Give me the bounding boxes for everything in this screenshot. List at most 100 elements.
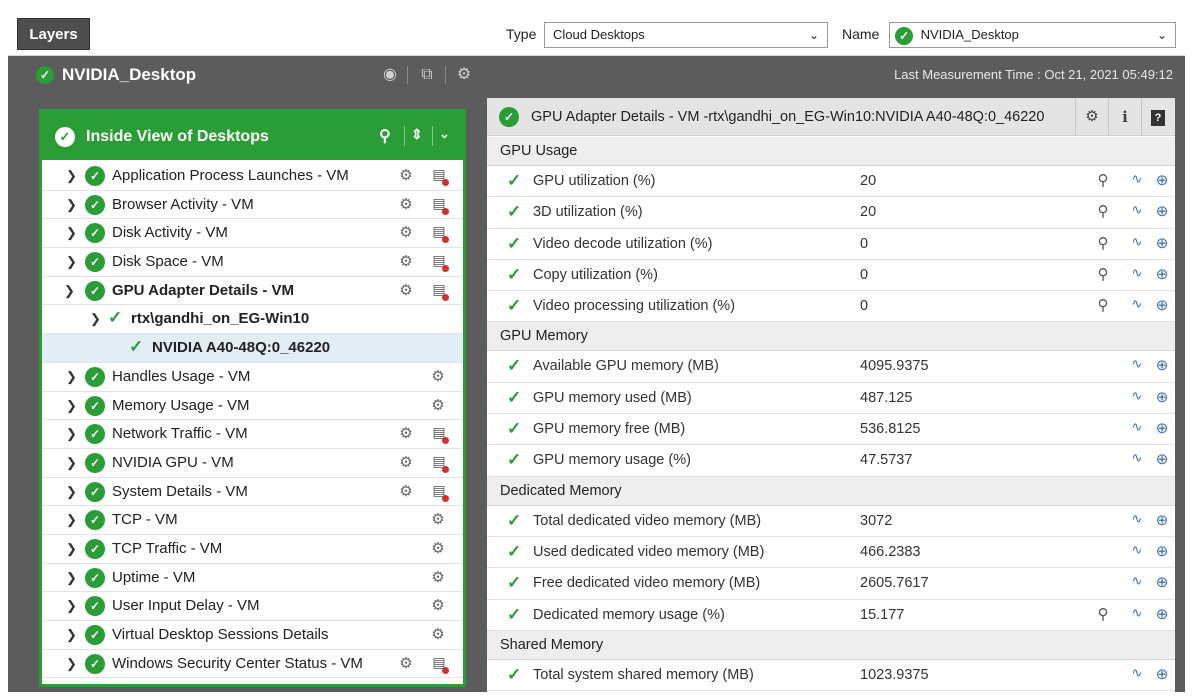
chevron-right-icon[interactable]: ❯ xyxy=(66,168,77,184)
chevron-right-icon[interactable]: ❯ xyxy=(66,656,77,672)
chevron-down-icon[interactable]: ⌄ xyxy=(439,126,450,142)
history-icon[interactable]: ⊕ xyxy=(1152,450,1172,470)
help-button[interactable]: ? xyxy=(1141,98,1174,136)
report-icon[interactable]: ▤ xyxy=(429,252,449,273)
trend-chart-icon[interactable]: ∿ xyxy=(1127,296,1147,316)
gear-icon[interactable]: ⚙ xyxy=(428,596,448,616)
tree-item[interactable]: ❯ ✓ NVIDIA GPU - VM ⚙ ▤ xyxy=(42,449,463,478)
tree-item[interactable]: ❯ ✓ Uptime - VM ⚙ xyxy=(42,564,463,593)
trend-chart-icon[interactable]: ∿ xyxy=(1127,265,1147,285)
history-icon[interactable]: ⊕ xyxy=(1152,665,1172,685)
trend-chart-icon[interactable]: ∿ xyxy=(1127,573,1147,593)
chevron-right-icon[interactable]: ❯ xyxy=(66,398,77,414)
search-icon[interactable]: ⚲ xyxy=(1093,234,1113,254)
chevron-right-icon[interactable]: ❯ xyxy=(66,627,77,643)
chevron-right-icon[interactable]: ❯ xyxy=(66,197,77,213)
tree-item[interactable]: ❯ ✓ Disk Activity - VM ⚙ ▤ xyxy=(42,219,463,249)
tree-item[interactable]: ❯ ✓ Application Process Launches - VM ⚙ … xyxy=(42,162,463,191)
report-icon[interactable]: ▤ xyxy=(429,654,449,674)
chevron-right-icon[interactable]: ❯ xyxy=(66,541,77,557)
support-icon[interactable]: ◉ xyxy=(380,65,400,85)
tree-item[interactable]: ❯ ✓ Disk Space - VM ⚙ ▤ xyxy=(42,248,463,277)
history-icon[interactable]: ⊕ xyxy=(1152,419,1172,439)
name-select[interactable]: ✓ NVIDIA_Desktop ⌄ xyxy=(889,22,1176,48)
chevron-right-icon[interactable]: ❯ xyxy=(66,512,77,528)
tree-subitem[interactable]: ❯ ✓ rtx\gandhi_on_EG-Win10 xyxy=(42,305,463,335)
trend-chart-icon[interactable]: ∿ xyxy=(1127,450,1147,470)
tree-item[interactable]: ❯ ✓ Network Traffic - VM ⚙ ▤ xyxy=(42,420,463,449)
gear-icon[interactable]: ⚙ xyxy=(1075,98,1108,136)
tree-item[interactable]: ❯ ✓ TCP Traffic - VM ⚙ xyxy=(42,535,463,564)
gear-icon[interactable]: ⚙ xyxy=(428,510,448,530)
trend-chart-icon[interactable]: ∿ xyxy=(1127,171,1147,191)
gear-icon[interactable]: ⚙ xyxy=(396,223,416,243)
chevron-right-icon[interactable]: ❯ xyxy=(66,225,77,241)
type-select[interactable]: Cloud Desktops ⌄ xyxy=(544,22,828,48)
search-icon[interactable]: ⚲ xyxy=(1093,202,1113,222)
search-icon[interactable]: ⚲ xyxy=(1093,296,1113,316)
history-icon[interactable]: ⊕ xyxy=(1152,542,1172,562)
chevron-down-icon[interactable]: ❯ xyxy=(90,311,101,327)
history-icon[interactable]: ⊕ xyxy=(1152,171,1172,191)
history-icon[interactable]: ⊕ xyxy=(1152,388,1172,408)
trend-chart-icon[interactable]: ∿ xyxy=(1127,542,1147,562)
chevron-right-icon[interactable]: ❯ xyxy=(66,254,77,270)
tree-item[interactable]: ❯ ✓ TCP - VM ⚙ xyxy=(42,506,463,535)
gear-icon[interactable]: ⚙ xyxy=(396,166,416,186)
trend-chart-icon[interactable]: ∿ xyxy=(1127,511,1147,531)
trend-chart-icon[interactable]: ∿ xyxy=(1127,202,1147,222)
gear-icon[interactable]: ⚙ xyxy=(396,195,416,215)
gear-icon[interactable]: ⚙ xyxy=(396,453,416,473)
chevron-right-icon[interactable]: ❯ xyxy=(66,455,77,471)
tree-item[interactable]: ❯ ✓ User Input Delay - VM ⚙ xyxy=(42,592,463,621)
chevron-right-icon[interactable]: ❯ xyxy=(66,484,77,500)
gear-icon[interactable]: ⚙ xyxy=(428,367,448,387)
history-icon[interactable]: ⊕ xyxy=(1152,511,1172,531)
report-icon[interactable]: ▤ xyxy=(429,482,449,502)
report-icon[interactable]: ▤ xyxy=(429,223,449,244)
trend-chart-icon[interactable]: ∿ xyxy=(1127,419,1147,439)
history-icon[interactable]: ⊕ xyxy=(1152,356,1172,376)
trend-chart-icon[interactable]: ∿ xyxy=(1127,665,1147,685)
history-icon[interactable]: ⊕ xyxy=(1152,605,1172,625)
report-icon[interactable]: ▤ xyxy=(429,195,449,215)
gear-icon[interactable]: ⚙ xyxy=(396,654,416,674)
report-icon[interactable]: ▤ xyxy=(429,166,449,186)
report-icon[interactable]: ▤ xyxy=(429,281,449,301)
scrollbar[interactable] xyxy=(1176,98,1185,692)
gear-icon[interactable]: ⚙ xyxy=(396,482,416,502)
tree-item-expanded[interactable]: ❯ ✓ GPU Adapter Details - VM ⚙ ▤ xyxy=(42,277,463,306)
gear-icon[interactable]: ⚙ xyxy=(396,424,416,444)
gear-icon[interactable]: ⚙ xyxy=(428,568,448,588)
history-icon[interactable]: ⊕ xyxy=(1152,265,1172,285)
report-icon[interactable]: ▤ xyxy=(429,424,449,445)
chevron-right-icon[interactable]: ❯ xyxy=(66,426,77,442)
history-icon[interactable]: ⊕ xyxy=(1152,296,1172,316)
trend-chart-icon[interactable]: ∿ xyxy=(1127,388,1147,408)
tree-subitem-selected[interactable]: ✓ NVIDIA A40-48Q:0_46220 xyxy=(42,334,463,363)
tree-item[interactable]: ❯ ✓ Handles Usage - VM ⚙ xyxy=(42,363,463,392)
gear-icon[interactable]: ⚙ xyxy=(428,539,448,559)
gear-icon[interactable]: ⚙ xyxy=(428,396,448,416)
history-icon[interactable]: ⊕ xyxy=(1152,202,1172,222)
history-icon[interactable]: ⊕ xyxy=(1152,234,1172,254)
gear-icon[interactable]: ⚙ xyxy=(396,281,416,301)
search-icon[interactable]: ⚲ xyxy=(379,126,391,146)
tree-item[interactable]: ❯ ✓ Memory Usage - VM ⚙ xyxy=(42,392,463,421)
trend-chart-icon[interactable]: ∿ xyxy=(1127,605,1147,625)
tree-item[interactable]: ❯ ✓ System Details - VM ⚙ ▤ xyxy=(42,478,463,507)
info-button[interactable]: i xyxy=(1108,98,1141,136)
chevron-right-icon[interactable]: ❯ xyxy=(66,570,77,586)
chevron-right-icon[interactable]: ❯ xyxy=(66,598,77,614)
detach-window-icon[interactable]: ⧉ xyxy=(417,65,437,85)
history-icon[interactable]: ⊕ xyxy=(1152,573,1172,593)
tree-item[interactable]: ❯ ✓ Windows Security Center Status - VM … xyxy=(42,650,463,679)
gear-icon[interactable]: ⚙ xyxy=(396,252,416,272)
trend-chart-icon[interactable]: ∿ xyxy=(1127,356,1147,376)
tree-item[interactable]: ❯ ✓ Virtual Desktop Sessions Details ⚙ xyxy=(42,621,463,650)
trend-chart-icon[interactable]: ∿ xyxy=(1127,234,1147,254)
search-icon[interactable]: ⚲ xyxy=(1093,605,1113,625)
chevron-down-icon[interactable]: ❯ xyxy=(64,283,75,299)
search-icon[interactable]: ⚲ xyxy=(1093,171,1113,191)
chevron-right-icon[interactable]: ❯ xyxy=(66,369,77,385)
